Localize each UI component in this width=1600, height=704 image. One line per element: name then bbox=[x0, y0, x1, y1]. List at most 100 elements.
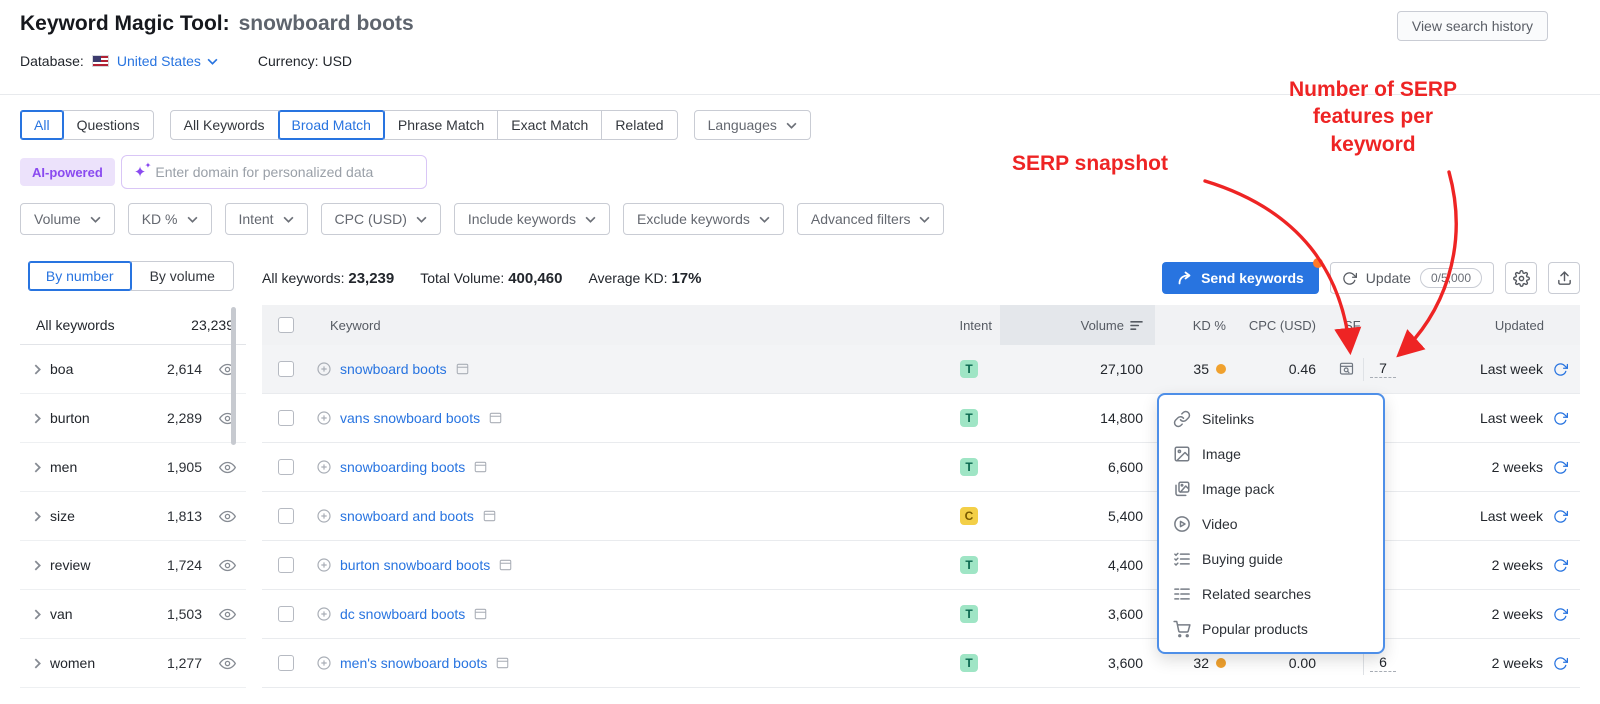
include-keywords-filter[interactable]: Include keywords bbox=[454, 203, 610, 235]
updated-column-header: Updated bbox=[1405, 318, 1580, 333]
kd-value: 32 bbox=[1193, 655, 1209, 671]
select-all-checkbox[interactable] bbox=[278, 317, 294, 333]
sidebar-scrollbar[interactable] bbox=[231, 307, 236, 445]
row-checkbox[interactable] bbox=[278, 459, 294, 475]
keyword-link[interactable]: vans snowboard boots bbox=[340, 410, 480, 426]
add-keyword-icon[interactable] bbox=[316, 459, 332, 475]
send-keywords-button[interactable]: Send keywords bbox=[1162, 262, 1319, 294]
volume-filter[interactable]: Volume bbox=[20, 203, 115, 235]
sf-count[interactable]: 6 bbox=[1370, 654, 1396, 672]
row-checkbox[interactable] bbox=[278, 557, 294, 573]
tab-related[interactable]: Related bbox=[601, 110, 677, 140]
keyword-link[interactable]: burton snowboard boots bbox=[340, 557, 490, 573]
eye-icon[interactable] bbox=[219, 657, 236, 670]
tab-all-keywords[interactable]: All Keywords bbox=[170, 110, 279, 140]
serp-preview-icon[interactable] bbox=[498, 558, 513, 572]
sf-count[interactable]: 7 bbox=[1370, 360, 1396, 378]
tabs-row: All Questions All Keywords Broad Match P… bbox=[20, 110, 811, 140]
group-item-women[interactable]: women 1,277 bbox=[20, 639, 246, 688]
keyword-link[interactable]: men's snowboard boots bbox=[340, 655, 487, 671]
image-icon bbox=[1173, 445, 1191, 463]
keyword-link[interactable]: dc snowboard boots bbox=[340, 606, 465, 622]
by-volume-toggle[interactable]: By volume bbox=[131, 261, 235, 291]
refresh-icon[interactable] bbox=[1553, 362, 1568, 377]
refresh-icon[interactable] bbox=[1553, 460, 1568, 475]
group-item-van[interactable]: van 1,503 bbox=[20, 590, 246, 639]
add-keyword-icon[interactable] bbox=[316, 410, 332, 426]
database-row: Database: United States Currency: USD bbox=[20, 53, 352, 69]
serp-preview-icon[interactable] bbox=[455, 362, 470, 376]
serp-preview-icon[interactable] bbox=[488, 411, 503, 425]
view-search-history-button[interactable]: View search history bbox=[1397, 11, 1548, 41]
keyword-link[interactable]: snowboarding boots bbox=[340, 459, 465, 475]
video-icon bbox=[1173, 515, 1191, 533]
advanced-filters[interactable]: Advanced filters bbox=[797, 203, 945, 235]
cpc-filter[interactable]: CPC (USD) bbox=[321, 203, 441, 235]
serp-feature-image-pack: Image pack bbox=[1159, 471, 1383, 506]
chevron-down-icon bbox=[187, 216, 198, 223]
export-button[interactable] bbox=[1548, 262, 1580, 294]
update-button[interactable]: Update 0/5,000 bbox=[1330, 262, 1494, 294]
group-item-boa[interactable]: boa 2,614 bbox=[20, 345, 246, 394]
serp-snapshot-annotation: SERP snapshot bbox=[1012, 152, 1168, 176]
volume-value: 3,600 bbox=[1000, 655, 1155, 671]
volume-column-header[interactable]: Volume bbox=[1000, 305, 1155, 345]
by-number-toggle[interactable]: By number bbox=[28, 261, 132, 291]
row-checkbox[interactable] bbox=[278, 361, 294, 377]
row-checkbox[interactable] bbox=[278, 508, 294, 524]
refresh-icon[interactable] bbox=[1553, 558, 1568, 573]
intent-filter[interactable]: Intent bbox=[225, 203, 308, 235]
eye-icon[interactable] bbox=[219, 608, 236, 621]
keyword-link[interactable]: snowboard boots bbox=[340, 361, 447, 377]
summary-all-keywords: All keywords: 23,239 bbox=[262, 270, 394, 287]
languages-dropdown[interactable]: Languages bbox=[694, 110, 811, 140]
group-item-review[interactable]: review 1,724 bbox=[20, 541, 246, 590]
page-title: Keyword Magic Tool:snowboard boots bbox=[20, 12, 414, 36]
intent-badge: T bbox=[960, 360, 978, 378]
row-checkbox[interactable] bbox=[278, 410, 294, 426]
database-selector[interactable]: United States bbox=[117, 53, 218, 69]
refresh-icon[interactable] bbox=[1553, 411, 1568, 426]
add-keyword-icon[interactable] bbox=[316, 606, 332, 622]
kd-filter[interactable]: KD % bbox=[128, 203, 212, 235]
add-keyword-icon[interactable] bbox=[316, 557, 332, 573]
serp-preview-icon[interactable] bbox=[495, 656, 510, 670]
table-settings-button[interactable] bbox=[1505, 262, 1537, 294]
add-keyword-icon[interactable] bbox=[316, 655, 332, 671]
volume-value: 3,600 bbox=[1000, 606, 1155, 622]
tab-exact-match[interactable]: Exact Match bbox=[497, 110, 602, 140]
all-keywords-group[interactable]: All keywords 23,239 bbox=[20, 305, 246, 345]
refresh-icon[interactable] bbox=[1553, 607, 1568, 622]
eye-icon[interactable] bbox=[219, 461, 236, 474]
row-checkbox[interactable] bbox=[278, 606, 294, 622]
serp-preview-icon[interactable] bbox=[473, 607, 488, 621]
row-checkbox[interactable] bbox=[278, 655, 294, 671]
keyword-link[interactable]: snowboard and boots bbox=[340, 508, 474, 524]
add-keyword-icon[interactable] bbox=[316, 508, 332, 524]
tab-broad-match[interactable]: Broad Match bbox=[278, 110, 385, 140]
group-item-burton[interactable]: burton 2,289 bbox=[20, 394, 246, 443]
tab-questions[interactable]: Questions bbox=[63, 110, 154, 140]
sf-column-header: SF bbox=[1330, 305, 1405, 345]
summary-actions: Send keywords Update 0/5,000 bbox=[1162, 262, 1580, 294]
match-segment: All Keywords Broad Match Phrase Match Ex… bbox=[170, 110, 678, 140]
add-keyword-icon[interactable] bbox=[316, 361, 332, 377]
volume-value: 4,400 bbox=[1000, 557, 1155, 573]
exclude-keywords-filter[interactable]: Exclude keywords bbox=[623, 203, 784, 235]
eye-icon[interactable] bbox=[219, 510, 236, 523]
serp-preview-icon[interactable] bbox=[482, 509, 497, 523]
group-item-men[interactable]: men 1,905 bbox=[20, 443, 246, 492]
refresh-icon[interactable] bbox=[1553, 509, 1568, 524]
sparkle-icon: ✦ bbox=[134, 165, 147, 180]
cpc-value: 0.00 bbox=[1240, 655, 1330, 671]
chevron-down-icon bbox=[90, 216, 101, 223]
group-item-size[interactable]: size 1,813 bbox=[20, 492, 246, 541]
tab-phrase-match[interactable]: Phrase Match bbox=[384, 110, 498, 140]
domain-input[interactable]: ✦ Enter domain for personalized data bbox=[121, 155, 427, 189]
refresh-icon[interactable] bbox=[1553, 656, 1568, 671]
serp-preview-icon[interactable] bbox=[473, 460, 488, 474]
eye-icon[interactable] bbox=[219, 559, 236, 572]
serp-snapshot-icon[interactable] bbox=[1338, 361, 1355, 377]
tab-all[interactable]: All bbox=[20, 110, 64, 140]
send-arrow-icon bbox=[1177, 271, 1193, 285]
